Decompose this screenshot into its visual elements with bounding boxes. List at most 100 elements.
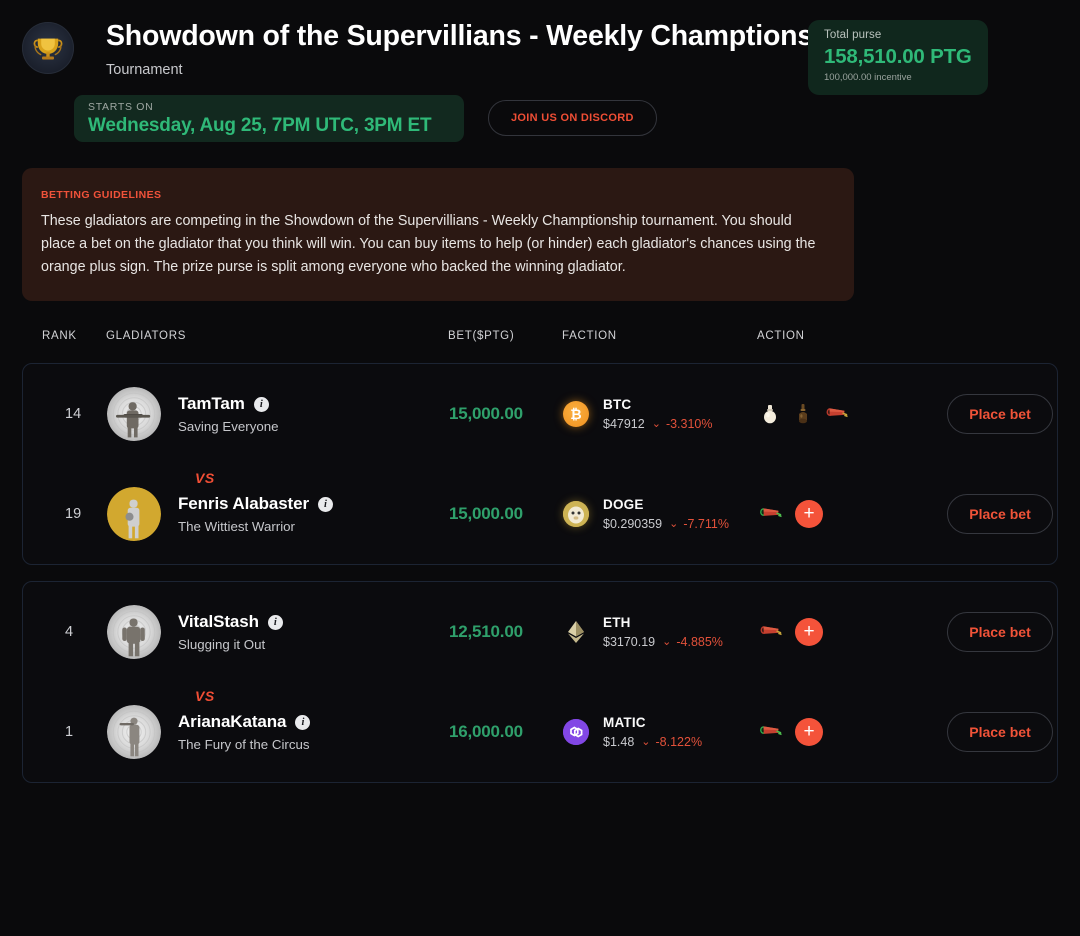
place-bet-cell: Place bet bbox=[913, 494, 1057, 535]
faction-change: -8.122% bbox=[655, 735, 703, 750]
btc-coin-icon: ₿ bbox=[563, 401, 589, 428]
place-bet-button[interactable]: Place bet bbox=[947, 712, 1053, 753]
brown-bottle-icon[interactable] bbox=[791, 402, 815, 426]
place-bet-cell: Place bet bbox=[913, 394, 1057, 435]
gladiator-rank: 1 bbox=[65, 724, 74, 741]
green-cannon-icon[interactable] bbox=[758, 720, 782, 744]
betting-guidelines-text: These gladiators are competing in the Sh… bbox=[41, 212, 816, 276]
arrow-down-icon: ⌄ bbox=[651, 417, 661, 430]
place-bet-cell: Place bet bbox=[913, 612, 1057, 653]
gladiator-identity: VitalStash i Slugging it Out bbox=[107, 605, 449, 660]
faction-cell: DOGE $0.290359 ⌄ -7.711% bbox=[563, 497, 758, 531]
starts-on-label: STARTS ON bbox=[88, 100, 154, 113]
gladiator-identity: TamTam i Saving Everyone bbox=[107, 387, 449, 442]
gladiator-rank: 14 bbox=[65, 406, 82, 423]
gladiator-name: Fenris Alabaster bbox=[178, 494, 309, 514]
faction-price: $47912 bbox=[603, 417, 645, 432]
doge-coin-icon bbox=[563, 501, 589, 528]
place-bet-button[interactable]: Place bet bbox=[947, 494, 1053, 535]
page-subtitle: Tournament bbox=[106, 61, 183, 78]
buy-item-plus-button[interactable]: + bbox=[795, 618, 823, 647]
gladiator-row: 4 VitalStash i Slugging it Out 12,510.00… bbox=[23, 582, 1057, 682]
purse-value: 158,510.00 PTG bbox=[824, 45, 972, 68]
gladiator-avatar bbox=[107, 387, 161, 442]
page-title: Showdown of the Supervillians - Weekly C… bbox=[106, 20, 856, 52]
red-cannon-icon[interactable] bbox=[758, 620, 782, 644]
gladiator-text: TamTam i Saving Everyone bbox=[178, 394, 279, 434]
column-header-bet: BET($PTG) bbox=[448, 330, 515, 343]
gladiator-description: Saving Everyone bbox=[178, 419, 279, 435]
action-items: + bbox=[758, 500, 913, 529]
info-icon[interactable]: i bbox=[253, 396, 269, 412]
gladiator-row: 1 ArianaKatana i The Fury of the Circus bbox=[23, 682, 1057, 782]
faction-text: DOGE $0.290359 ⌄ -7.711% bbox=[603, 497, 729, 531]
page-header: Showdown of the Supervillians - Weekly C… bbox=[0, 0, 1080, 142]
title-block: Showdown of the Supervillians - Weekly C… bbox=[106, 20, 855, 78]
faction-symbol: DOGE bbox=[603, 497, 644, 513]
starts-on-card: STARTS ON Wednesday, Aug 25, 7PM UTC, 3P… bbox=[74, 94, 464, 142]
gladiator-text: ArianaKatana i The Fury of the Circus bbox=[178, 712, 311, 753]
table-header: RANK GLADIATORS BET($PTG) FACTION ACTION bbox=[0, 325, 1080, 347]
eth-coin-icon bbox=[563, 619, 589, 645]
gladiator-rank: 4 bbox=[65, 624, 74, 641]
gladiator-bet-amount: 15,000.00 bbox=[449, 504, 523, 524]
gladiator-text: VitalStash i Slugging it Out bbox=[178, 612, 283, 652]
gladiator-identity: ArianaKatana i The Fury of the Circus bbox=[107, 705, 449, 760]
column-header-rank: RANK bbox=[42, 330, 77, 343]
faction-price: $0.290359 bbox=[603, 517, 663, 532]
gladiator-name: ArianaKatana bbox=[178, 712, 287, 732]
faction-symbol: ETH bbox=[603, 615, 631, 631]
info-icon[interactable]: i bbox=[295, 714, 311, 730]
gladiator-description: The Fury of the Circus bbox=[178, 737, 310, 753]
column-header-action: ACTION bbox=[757, 330, 805, 343]
gladiator-text: Fenris Alabaster i The Wittiest Warrior bbox=[178, 494, 333, 534]
total-purse-card: Total purse 158,510.00 PTG 100,000.00 in… bbox=[808, 20, 988, 95]
buy-item-plus-button[interactable]: + bbox=[795, 500, 823, 529]
faction-cell: ₿ BTC $47912 ⌄ -3.310% bbox=[563, 397, 758, 431]
action-items: + bbox=[758, 718, 913, 747]
gladiator-avatar bbox=[107, 487, 161, 542]
faction-change: -3.310% bbox=[665, 417, 713, 432]
info-icon[interactable]: i bbox=[267, 614, 283, 630]
buy-item-plus-button[interactable]: + bbox=[795, 718, 823, 747]
arrow-down-icon: ⌄ bbox=[669, 517, 679, 530]
faction-symbol: MATIC bbox=[603, 715, 646, 731]
faction-cell: MATIC $1.48 ⌄ -8.122% bbox=[563, 715, 758, 749]
gladiator-rank: 19 bbox=[65, 506, 82, 523]
gladiator-bet-amount: 12,510.00 bbox=[449, 622, 523, 642]
arrow-down-icon: ⌄ bbox=[662, 635, 672, 648]
column-header-faction: FACTION bbox=[562, 330, 617, 343]
faction-price: $3170.19 bbox=[603, 635, 656, 650]
info-icon[interactable]: i bbox=[318, 496, 333, 512]
meta-row: STARTS ON Wednesday, Aug 25, 7PM UTC, 3P… bbox=[0, 94, 1080, 142]
match-card: 14 TamTam i Saving Everyone 15,000.00 ₿ … bbox=[22, 363, 1058, 566]
gladiator-name: VitalStash bbox=[178, 612, 259, 632]
gladiator-bet-amount: 16,000.00 bbox=[449, 722, 523, 742]
place-bet-button[interactable]: Place bet bbox=[947, 612, 1053, 653]
betting-guidelines-panel: BETTING GUIDELINES These gladiators are … bbox=[22, 167, 854, 302]
trophy-icon bbox=[22, 22, 74, 74]
matches-container: 14 TamTam i Saving Everyone 15,000.00 ₿ … bbox=[0, 363, 1080, 784]
starts-on-value: Wednesday, Aug 25, 7PM UTC, 3PM ET bbox=[88, 114, 432, 136]
purse-incentive: 100,000.00 incentive bbox=[824, 72, 912, 83]
white-potion-icon[interactable] bbox=[758, 402, 782, 426]
action-items: + bbox=[758, 618, 913, 647]
faction-symbol: BTC bbox=[603, 397, 632, 413]
green-cannon-icon[interactable] bbox=[758, 502, 782, 526]
red-cannon-icon[interactable] bbox=[824, 402, 848, 426]
gladiator-description: Slugging it Out bbox=[178, 637, 266, 653]
faction-cell: ETH $3170.19 ⌄ -4.885% bbox=[563, 615, 758, 649]
column-header-gladiators: GLADIATORS bbox=[106, 330, 187, 343]
faction-change: -7.711% bbox=[683, 517, 729, 532]
gladiator-row: 14 TamTam i Saving Everyone 15,000.00 ₿ … bbox=[23, 364, 1057, 464]
place-bet-button[interactable]: Place bet bbox=[947, 394, 1053, 435]
faction-text: ETH $3170.19 ⌄ -4.885% bbox=[603, 615, 723, 649]
gladiator-identity: Fenris Alabaster i The Wittiest Warrior bbox=[107, 487, 449, 542]
betting-guidelines-label: BETTING GUIDELINES bbox=[41, 188, 162, 201]
join-discord-button[interactable]: JOIN US ON DISCORD bbox=[488, 100, 657, 137]
arrow-down-icon: ⌄ bbox=[641, 735, 651, 748]
faction-text: BTC $47912 ⌄ -3.310% bbox=[603, 397, 713, 431]
faction-change: -4.885% bbox=[676, 635, 723, 650]
place-bet-cell: Place bet bbox=[913, 712, 1057, 753]
gladiator-avatar bbox=[107, 705, 161, 760]
